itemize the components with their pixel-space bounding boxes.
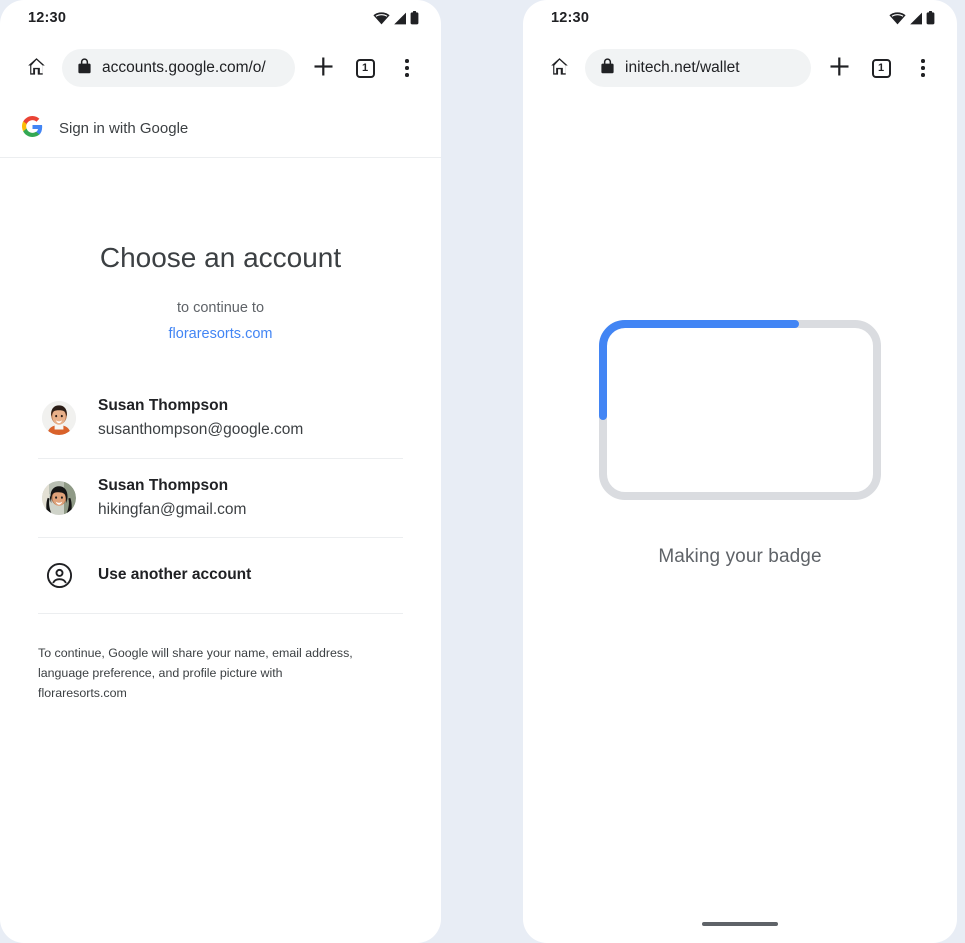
battery-icon (926, 11, 935, 25)
status-clock: 12:30 (551, 10, 590, 26)
browser-toolbar-left: accounts.google.com/o/ 1 (0, 36, 441, 100)
avatar (42, 401, 76, 436)
status-icon-group (373, 11, 419, 25)
account-identity: Susan Thompson susanthompson@google.com (98, 396, 303, 441)
gsi-header-label: Sign in with Google (59, 120, 189, 137)
sign-in-with-google-header: Sign in with Google (0, 100, 441, 158)
account-list: Susan Thompson susanthompson@google.com (16, 379, 425, 615)
new-tab-button[interactable] (819, 48, 859, 88)
account-row[interactable]: Susan Thompson susanthompson@google.com (38, 379, 403, 459)
badge-outline-progress-spinner (599, 320, 881, 500)
lock-icon (78, 57, 91, 79)
menu-button[interactable] (387, 48, 427, 88)
tab-switcher-button[interactable]: 1 (345, 48, 385, 88)
more-vertical-icon (921, 59, 925, 77)
account-row[interactable]: Susan Thompson hikingfan@gmail.com (38, 459, 403, 539)
use-another-account-button[interactable]: Use another account (38, 538, 403, 615)
account-identity: Susan Thompson hikingfan@gmail.com (98, 476, 246, 521)
page-title: Choose an account (99, 242, 342, 273)
status-icon-group (889, 11, 935, 25)
new-tab-button[interactable] (303, 48, 343, 88)
home-button[interactable] (539, 48, 579, 88)
account-email: susanthompson@google.com (98, 420, 304, 438)
lock-icon (601, 57, 614, 79)
dual-phone-mockup: 12:30 accounts.google.com/o/ 1 Sign in w… (0, 0, 965, 943)
account-circle-icon (42, 558, 76, 592)
url-text: initech.net/wallet (625, 59, 740, 76)
gesture-navigation-bar[interactable] (702, 922, 778, 926)
browser-toolbar-right: initech.net/wallet 1 (523, 36, 957, 100)
battery-icon (410, 11, 419, 25)
cellular-signal-icon (393, 12, 407, 25)
wifi-icon (889, 11, 906, 25)
tab-count-badge: 1 (355, 58, 375, 78)
plus-icon (313, 56, 334, 80)
phone-right: 12:30 initech.net/wallet 1 Making your b… (523, 0, 957, 943)
account-chooser: Choose an account to continue to florare… (0, 242, 441, 704)
home-icon (548, 55, 571, 81)
tab-switcher-button[interactable]: 1 (861, 48, 901, 88)
status-bar-left: 12:30 (0, 0, 441, 36)
use-another-account-label: Use another account (98, 566, 252, 584)
continue-to-label: to continue to (176, 300, 265, 316)
phone-left: 12:30 accounts.google.com/o/ 1 Sign in w… (0, 0, 441, 943)
menu-button[interactable] (903, 48, 943, 88)
cellular-signal-icon (909, 12, 923, 25)
badge-loading-screen: Making your badge (523, 100, 957, 943)
more-vertical-icon (405, 59, 409, 77)
account-email: hikingfan@gmail.com (98, 500, 247, 518)
url-text: accounts.google.com/o/ (102, 59, 266, 76)
consent-text: To continue, Google will share your name… (38, 646, 353, 701)
account-name: Susan Thompson (98, 476, 229, 494)
account-name: Susan Thompson (98, 397, 229, 414)
wifi-icon (373, 11, 390, 25)
plus-icon (829, 56, 850, 80)
omnibox-right[interactable]: initech.net/wallet (585, 49, 811, 87)
loading-caption: Making your badge (658, 546, 822, 567)
home-icon (25, 55, 48, 81)
google-g-icon (22, 115, 43, 142)
avatar (42, 480, 76, 515)
status-bar-right: 12:30 (523, 0, 957, 36)
omnibox-left[interactable]: accounts.google.com/o/ (62, 49, 295, 87)
status-clock: 12:30 (28, 10, 67, 26)
tab-count-badge: 1 (871, 58, 891, 78)
home-button[interactable] (16, 48, 56, 88)
relying-party-domain-link[interactable]: floraresorts.com (16, 326, 425, 342)
